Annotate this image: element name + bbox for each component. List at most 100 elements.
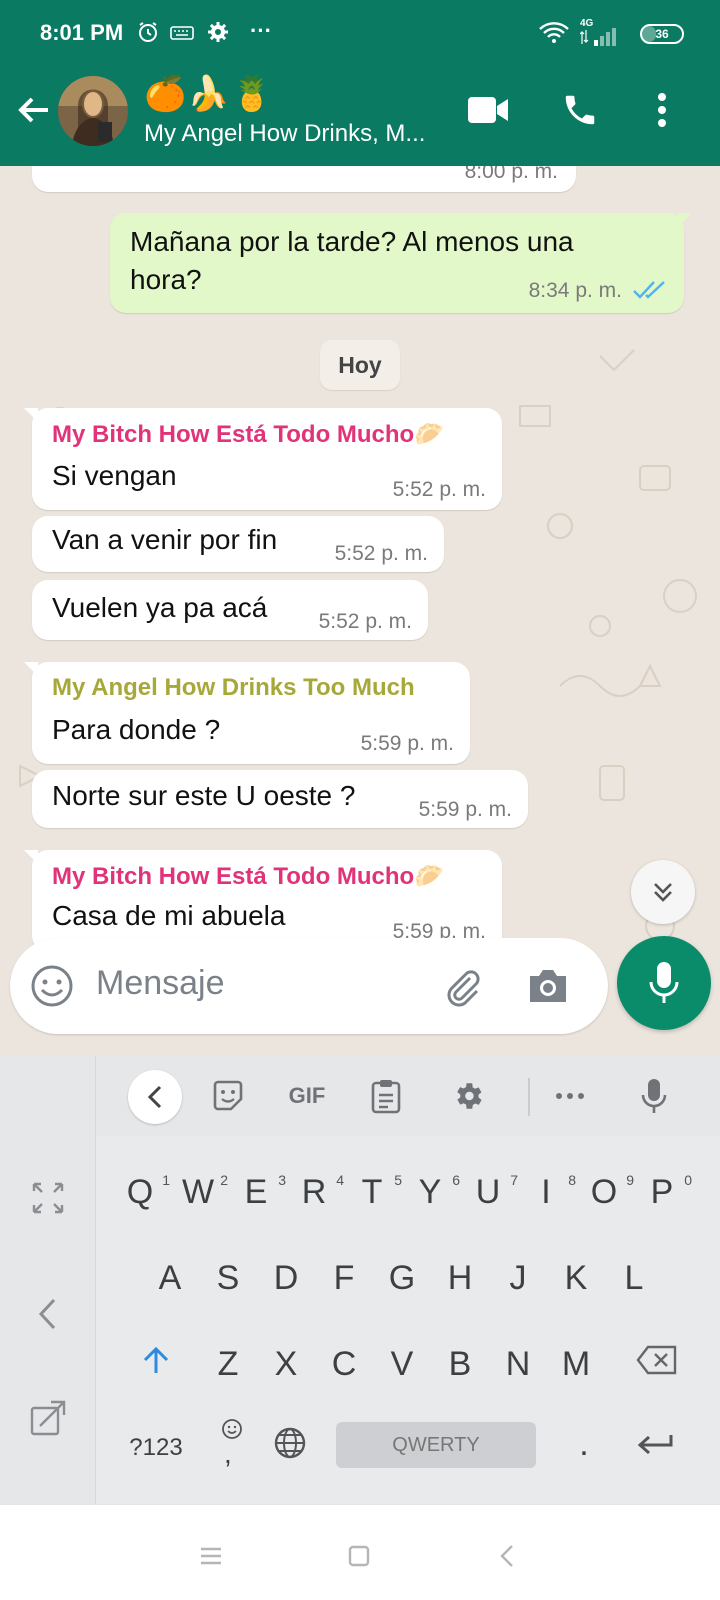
recents-button[interactable] xyxy=(194,1539,228,1573)
keyboard-icon xyxy=(170,26,194,45)
camera-icon xyxy=(530,970,566,1002)
key-t[interactable]: T5 xyxy=(350,1170,402,1214)
more-icon xyxy=(556,1093,584,1099)
voice-call-button[interactable] xyxy=(558,88,602,132)
more-notifications-icon: ··· xyxy=(250,18,272,43)
message-list[interactable]: 8:00 p. m. Mañana por la tarde? Al menos… xyxy=(0,166,720,1062)
key-b[interactable]: B xyxy=(438,1342,482,1386)
message-time: 5:59 p. m. xyxy=(360,732,454,755)
gif-button[interactable]: GIF xyxy=(280,1072,334,1120)
message-text: Casa de mi abuela xyxy=(52,900,286,931)
clipboard-button[interactable] xyxy=(364,1072,408,1120)
message-time: 5:52 p. m. xyxy=(392,478,486,501)
key-j[interactable]: J xyxy=(496,1256,540,1300)
toolbar-back-button[interactable] xyxy=(128,1070,182,1124)
key-g[interactable]: G xyxy=(380,1256,424,1300)
message-text: Norte sur este U oeste ? xyxy=(52,780,356,811)
settings-icon xyxy=(457,1083,482,1109)
key-s[interactable]: S xyxy=(206,1256,250,1300)
home-button[interactable] xyxy=(342,1539,376,1573)
message-bubble-incoming[interactable]: Norte sur este U oeste ? 5:59 p. m. xyxy=(32,770,528,828)
key-n[interactable]: N xyxy=(496,1342,540,1386)
key-h[interactable]: H xyxy=(438,1256,482,1300)
period-key[interactable]: . xyxy=(562,1422,606,1466)
more-options-button[interactable] xyxy=(640,88,684,132)
language-key[interactable] xyxy=(268,1426,312,1471)
sender-name[interactable]: My Bitch How Está Todo Mucho🥟 xyxy=(52,420,444,449)
toolbar-divider xyxy=(528,1078,530,1116)
emoji-button[interactable] xyxy=(28,962,76,1010)
nav-back-button[interactable] xyxy=(490,1539,524,1573)
key-z[interactable]: Z xyxy=(206,1342,250,1386)
message-text: Para donde ? xyxy=(52,714,221,745)
key-r[interactable]: R4 xyxy=(292,1170,344,1214)
more-options-icon xyxy=(658,93,666,127)
message-bubble-incoming[interactable]: My Bitch How Está Todo Mucho🥟 Casa de mi… xyxy=(24,850,502,952)
message-time: 8:34 p. m. xyxy=(528,279,622,302)
floating-keyboard-button[interactable] xyxy=(26,1396,70,1440)
double-chevron-down-icon xyxy=(654,883,672,902)
clipboard-icon xyxy=(371,1080,401,1114)
voice-input-button[interactable] xyxy=(632,1072,676,1120)
key-f[interactable]: F xyxy=(322,1256,366,1300)
sticker-button[interactable] xyxy=(206,1072,250,1120)
message-time: 5:52 p. m. xyxy=(334,542,428,565)
keyboard-left-button[interactable] xyxy=(26,1292,70,1336)
toolbar-more-button[interactable] xyxy=(548,1072,592,1120)
camera-button[interactable] xyxy=(524,962,572,1010)
key-c[interactable]: C xyxy=(322,1342,366,1386)
key-p[interactable]: P0 xyxy=(640,1170,692,1214)
voice-message-button[interactable] xyxy=(617,936,711,1030)
contact-name[interactable]: My Angel How Drinks, M... xyxy=(144,120,444,148)
key-d[interactable]: D xyxy=(264,1256,308,1300)
video-call-button[interactable] xyxy=(466,88,510,132)
expand-keyboard-button[interactable] xyxy=(26,1176,70,1220)
read-receipt-icon xyxy=(632,279,668,306)
sticker-icon xyxy=(213,1080,243,1111)
attach-button[interactable] xyxy=(438,962,486,1010)
contact-emoji[interactable]: 🍊🍌🍍 xyxy=(144,74,274,114)
key-o[interactable]: O9 xyxy=(582,1170,634,1214)
sender-name[interactable]: My Bitch How Está Todo Mucho🥟 xyxy=(52,862,444,891)
group-photo-icon xyxy=(58,76,128,146)
key-q[interactable]: Q1 xyxy=(118,1170,170,1214)
message-bubble-outgoing[interactable]: Mañana por la tarde? Al menos una hora? … xyxy=(110,213,692,313)
shift-key[interactable] xyxy=(134,1342,178,1386)
scroll-to-bottom-button[interactable] xyxy=(631,860,695,924)
key-e[interactable]: E3 xyxy=(234,1170,286,1214)
key-x[interactable]: X xyxy=(264,1342,308,1386)
emoji-comma-key[interactable]: , xyxy=(210,1418,254,1474)
back-arrow-icon xyxy=(18,97,48,123)
message-input[interactable]: Mensaje xyxy=(10,938,608,1034)
avatar[interactable] xyxy=(58,76,128,146)
message-bubble-incoming[interactable]: Van a venir por fin 5:52 p. m. xyxy=(32,516,444,572)
back-button[interactable] xyxy=(14,90,54,130)
message-bubble-incoming[interactable]: Vuelen ya pa acá 5:52 p. m. xyxy=(32,580,428,640)
keyboard-side-panel xyxy=(0,1056,96,1504)
battery-indicator: 36 xyxy=(640,24,684,44)
key-a[interactable]: A xyxy=(148,1256,192,1300)
symbols-key[interactable]: ?123 xyxy=(120,1426,192,1470)
key-u[interactable]: U7 xyxy=(466,1170,518,1214)
message-bubble-incoming[interactable]: My Angel How Drinks Too Much Para donde … xyxy=(24,662,470,764)
backspace-key[interactable] xyxy=(634,1342,680,1386)
message-time: 5:59 p. m. xyxy=(418,798,512,821)
gear-icon xyxy=(206,20,230,49)
key-w[interactable]: W2 xyxy=(176,1170,228,1214)
message-text: Vuelen ya pa acá xyxy=(52,592,268,623)
message-placeholder[interactable]: Mensaje xyxy=(96,964,225,1003)
message-bubble[interactable]: 8:00 p. m. xyxy=(32,166,576,192)
message-time: 5:52 p. m. xyxy=(318,610,412,633)
message-bubble-incoming[interactable]: My Bitch How Está Todo Mucho🥟 Si vengan … xyxy=(24,408,502,510)
globe-icon xyxy=(274,1427,306,1459)
key-v[interactable]: V xyxy=(380,1342,424,1386)
key-y[interactable]: Y6 xyxy=(408,1170,460,1214)
key-l[interactable]: L xyxy=(612,1256,656,1300)
key-m[interactable]: M xyxy=(554,1342,598,1386)
sender-name[interactable]: My Angel How Drinks Too Much xyxy=(52,674,415,702)
space-key[interactable]: QWERTY xyxy=(336,1422,536,1468)
key-k[interactable]: K xyxy=(554,1256,598,1300)
enter-key[interactable] xyxy=(630,1426,680,1470)
keyboard-settings-button[interactable] xyxy=(446,1072,490,1120)
key-i[interactable]: I8 xyxy=(524,1170,576,1214)
